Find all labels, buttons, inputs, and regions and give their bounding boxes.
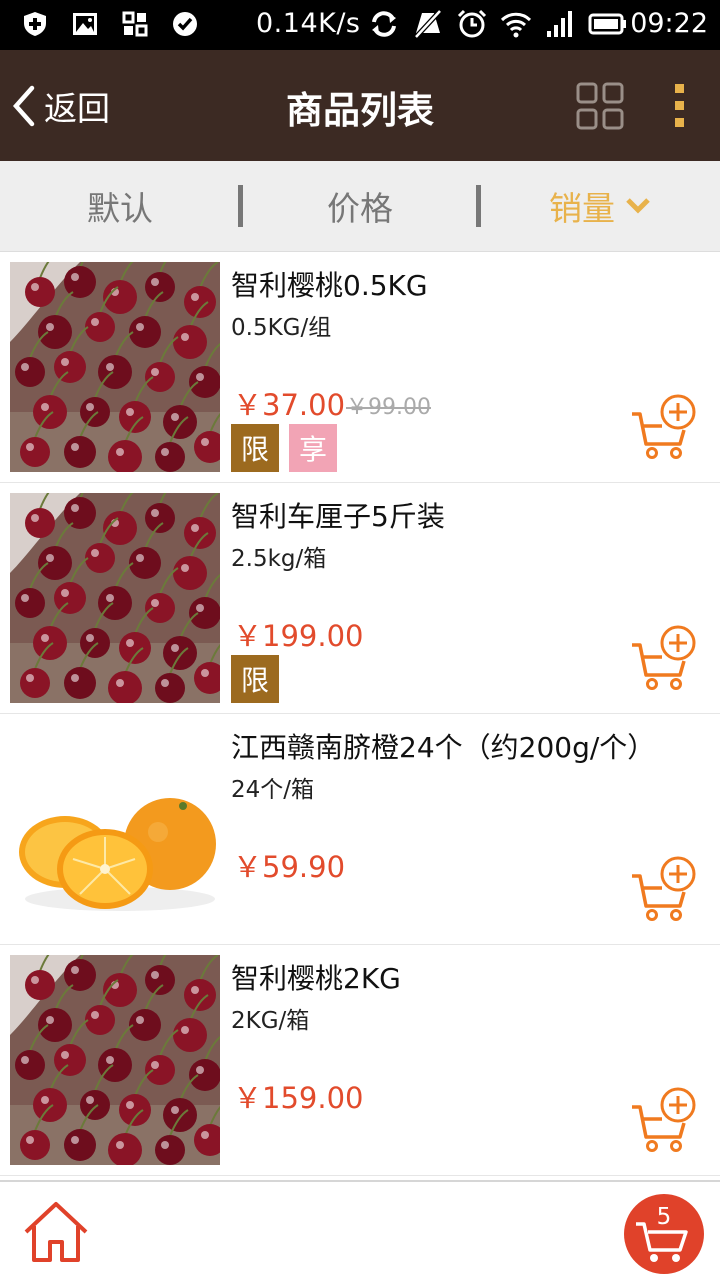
check-icon (170, 9, 200, 39)
add-to-cart-button[interactable] (628, 1083, 700, 1155)
clock: 09:22 (630, 8, 708, 39)
network-speed: 0.14K/s (256, 8, 361, 39)
chevron-down-icon (626, 198, 650, 214)
product-item[interactable]: 智利樱桃2KG 2KG/箱 ￥159.00 (0, 945, 720, 1176)
grid-view-button[interactable] (576, 82, 624, 130)
home-icon (24, 1202, 88, 1262)
sort-bar: 默认 价格 销量 (0, 161, 720, 252)
image-icon (70, 9, 100, 39)
product-item[interactable]: 江西赣南脐橙24个（约200g/个） 24个/箱 ￥59.90 (0, 714, 720, 945)
back-chevron-icon (12, 85, 35, 127)
sort-tab-label: 价格 (327, 189, 393, 228)
product-spec: 24个/箱 (231, 777, 315, 803)
product-name: 智利车厘子5斤装 (231, 500, 445, 533)
sort-tab-sales[interactable]: 销量 (480, 161, 720, 251)
wifi-icon (500, 12, 532, 38)
product-price: ￥159.00 (233, 1081, 364, 1115)
limited-tag: 限 (231, 655, 279, 703)
home-button[interactable] (20, 1196, 92, 1268)
product-price: ￥59.90 (233, 850, 346, 884)
product-spec: 0.5KG/组 (231, 315, 332, 341)
cart-icon (636, 1222, 688, 1262)
product-name: 智利樱桃0.5KG (231, 269, 428, 302)
product-item[interactable]: 智利车厘子5斤装 2.5kg/箱 ￥199.00 限 (0, 483, 720, 714)
product-price: ￥37.00 (233, 388, 346, 422)
cart-button[interactable]: 5 (624, 1194, 704, 1274)
sort-tab-default[interactable]: 默认 (0, 161, 240, 251)
product-tags: 限 享 (231, 424, 337, 472)
status-bar: 0.14K/s 09:22 (0, 0, 720, 50)
back-label: 返回 (44, 89, 110, 128)
add-to-cart-button[interactable] (628, 390, 700, 462)
product-image-oranges (10, 724, 220, 934)
sort-tab-label: 默认 (87, 189, 153, 228)
status-notification-icons (20, 9, 200, 39)
add-to-cart-button[interactable] (628, 621, 700, 693)
product-image-cherries (10, 955, 220, 1165)
signal-icon (547, 11, 572, 37)
nav-bar: 返回 商品列表 (0, 50, 720, 161)
add-to-cart-icon (632, 856, 696, 921)
sort-tab-label: 销量 (549, 189, 615, 228)
product-spec: 2.5kg/箱 (231, 546, 327, 572)
shield-icon (20, 9, 50, 39)
product-image-cherries (10, 262, 220, 472)
sort-tab-price[interactable]: 价格 (240, 161, 480, 251)
product-name: 智利樱桃2KG (231, 962, 401, 995)
mute-icon (414, 9, 442, 39)
share-tag: 享 (289, 424, 337, 472)
limited-tag: 限 (231, 424, 279, 472)
product-name: 江西赣南脐橙24个（约200g/个） (231, 731, 656, 764)
back-button[interactable]: 返回 (8, 78, 110, 134)
product-list: 智利樱桃0.5KG 0.5KG/组 ￥37.00 ￥99.00 限 享 智利车厘… (0, 252, 720, 1176)
product-original-price: ￥99.00 (346, 395, 431, 420)
product-tags: 限 (231, 655, 279, 703)
alarm-icon (457, 9, 487, 38)
add-to-cart-icon (632, 625, 696, 690)
add-to-cart-icon (632, 1087, 696, 1152)
battery-icon (588, 13, 626, 35)
product-spec: 2KG/箱 (231, 1008, 310, 1034)
apps-icon (120, 9, 150, 39)
product-image-cherries (10, 493, 220, 703)
add-to-cart-icon (632, 394, 696, 459)
product-item[interactable]: 智利樱桃0.5KG 0.5KG/组 ￥37.00 ￥99.00 限 享 (0, 252, 720, 483)
more-menu-button[interactable] (662, 80, 698, 132)
more-icon (675, 84, 684, 127)
add-to-cart-button[interactable] (628, 852, 700, 924)
product-price: ￥199.00 (233, 619, 364, 653)
status-system-icons (368, 9, 628, 39)
bottom-bar: 5 (0, 1180, 720, 1282)
grid-icon (576, 82, 624, 130)
sync-icon (372, 11, 396, 37)
